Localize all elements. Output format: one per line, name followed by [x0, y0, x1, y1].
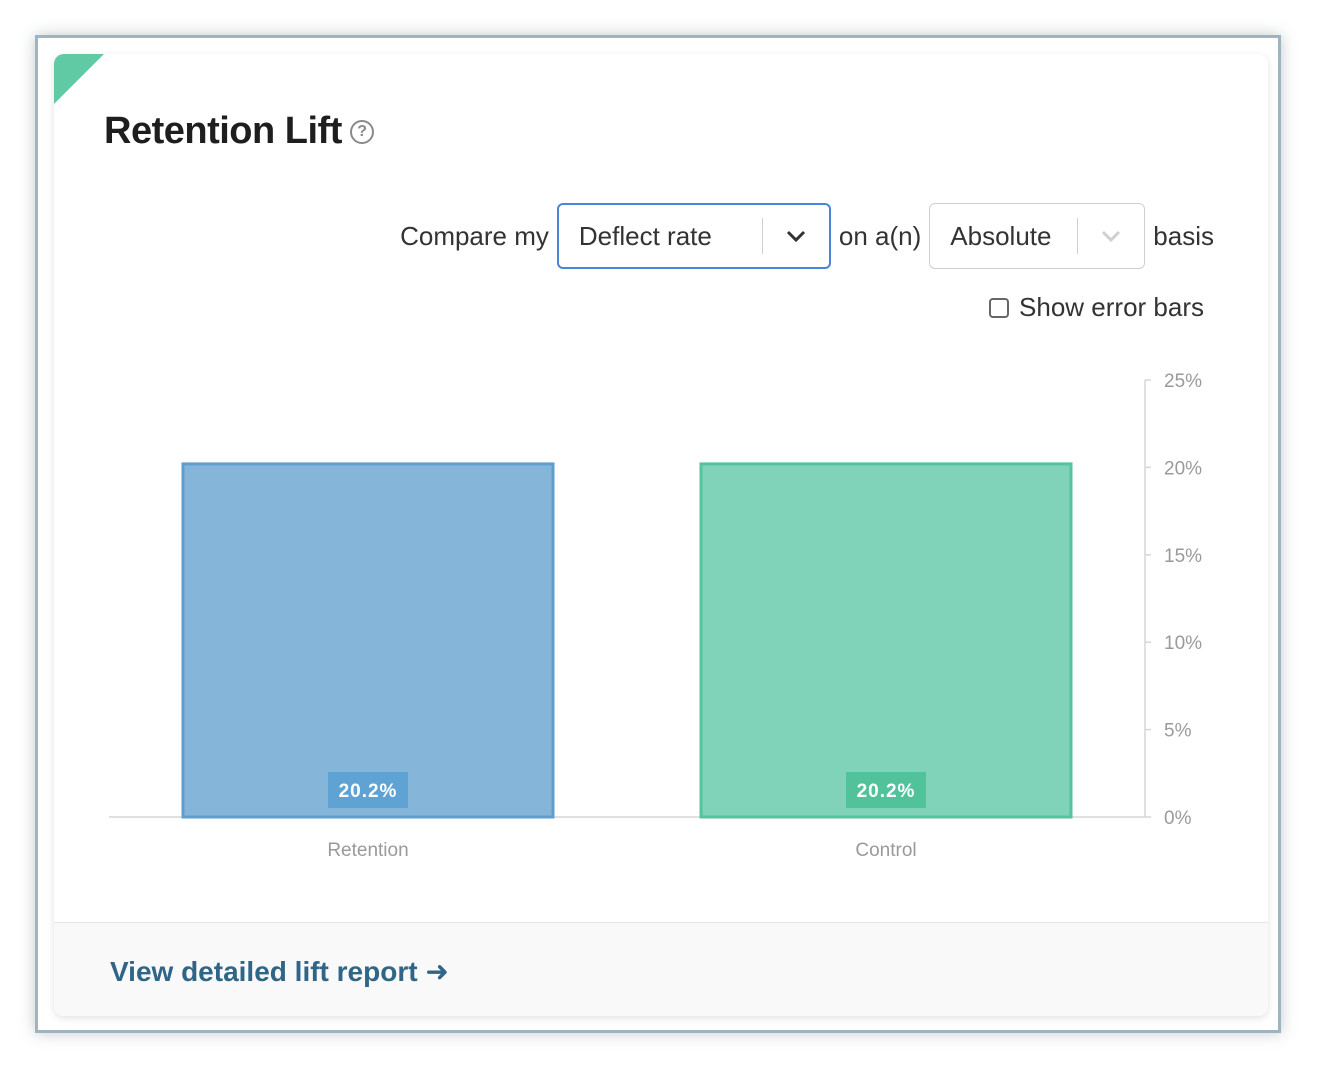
- retention-lift-card: Retention Lift ? Compare my Deflect rate…: [54, 54, 1268, 1016]
- y-tick-label: 10%: [1164, 633, 1202, 654]
- y-tick-label: 0%: [1164, 808, 1192, 829]
- bar-retention[interactable]: [181, 462, 555, 819]
- card-footer: View detailed lift report ➜: [54, 922, 1268, 1016]
- view-lift-report-link[interactable]: View detailed lift report ➜: [110, 955, 449, 988]
- bar-value-label: 20.2%: [339, 781, 398, 802]
- y-tick-label: 15%: [1164, 546, 1202, 567]
- bar-value-label: 20.2%: [857, 781, 916, 802]
- y-tick-label: 25%: [1164, 371, 1202, 392]
- x-tick-label: Control: [855, 840, 916, 861]
- x-tick-label: Retention: [327, 840, 408, 861]
- y-tick-label: 20%: [1164, 458, 1202, 479]
- y-tick-label: 5%: [1164, 721, 1192, 742]
- bar-chart: 0% 5% 10% 15% 20% 25% 20.2% Retention 20.2% Contr…: [109, 371, 1202, 861]
- window-frame: Retention Lift ? Compare my Deflect rate…: [35, 35, 1281, 1033]
- bar-control[interactable]: [699, 462, 1073, 819]
